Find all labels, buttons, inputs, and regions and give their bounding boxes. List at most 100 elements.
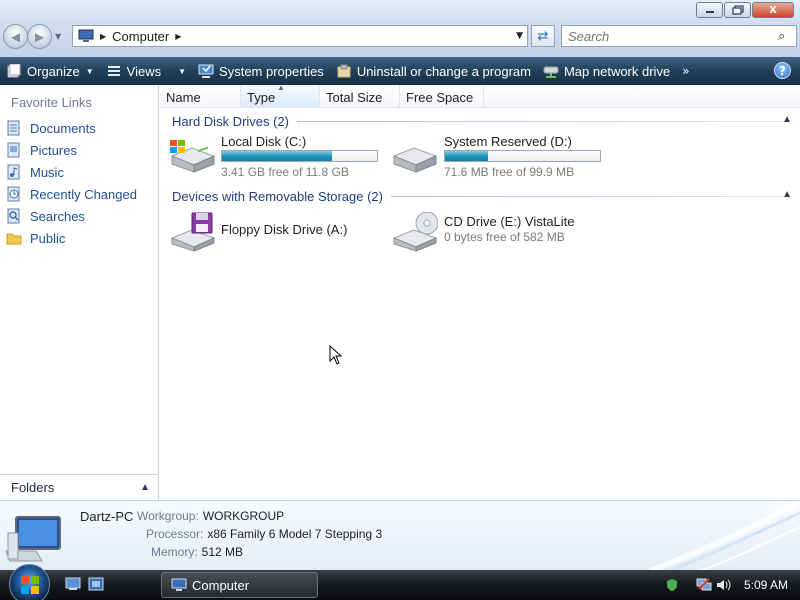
recent-pages-dropdown-icon[interactable]: ▼ bbox=[55, 32, 61, 49]
network-drive-icon bbox=[543, 63, 559, 79]
sort-ascending-icon: ▲ bbox=[277, 83, 285, 92]
volume-icon[interactable] bbox=[716, 577, 732, 593]
windows-logo-icon bbox=[20, 575, 39, 594]
taskbar: Computer 5:09 AM bbox=[0, 564, 800, 600]
nav-item-searches[interactable]: Searches bbox=[0, 205, 158, 227]
switch-windows-icon[interactable] bbox=[88, 577, 104, 591]
column-header-total-size[interactable]: Total Size bbox=[320, 85, 400, 107]
nav-item-recently-changed[interactable]: Recently Changed bbox=[0, 183, 158, 205]
system-properties-label: System properties bbox=[219, 63, 324, 79]
memory-value: 512 MB bbox=[201, 545, 244, 559]
computer-monitor-icon bbox=[5, 516, 61, 562]
uninstall-program-button[interactable]: Uninstall or change a program bbox=[330, 57, 537, 85]
map-network-drive-button[interactable]: Map network drive bbox=[537, 57, 676, 85]
show-desktop-icon[interactable] bbox=[65, 577, 81, 591]
drive-name: System Reserved (D:) bbox=[444, 134, 572, 149]
organize-menu[interactable]: Organize ▼ bbox=[0, 57, 100, 85]
nav-item-label: Pictures bbox=[30, 142, 77, 158]
refresh-icon: ⇄ bbox=[537, 28, 549, 44]
decorative-swoosh bbox=[648, 501, 800, 570]
navigation-buttons: ◀ ▶ ▼ bbox=[3, 24, 61, 49]
processor-key: Processor: bbox=[146, 527, 204, 541]
drive-usage-fill bbox=[445, 151, 489, 161]
folders-label: Folders bbox=[11, 480, 55, 495]
processor-value: x86 Family 6 Model 7 Stepping 3 bbox=[207, 527, 383, 541]
views-icon bbox=[106, 63, 122, 79]
minimize-button[interactable] bbox=[696, 2, 723, 18]
nav-item-music[interactable]: Music bbox=[0, 161, 158, 183]
drive-usage-bar bbox=[444, 150, 601, 162]
nav-item-documents[interactable]: Documents bbox=[0, 117, 158, 139]
details-pane: Dartz-PC Workgroup: WORKGROUP Processor: x… bbox=[0, 500, 800, 570]
workgroup-value: WORKGROUP bbox=[202, 509, 285, 523]
breadcrumb-separator-icon[interactable]: ▶ bbox=[175, 32, 181, 41]
system-properties-button[interactable]: System properties bbox=[192, 57, 330, 85]
taskbar-button-computer[interactable]: Computer bbox=[161, 572, 318, 598]
drive-item-cd-drive-e[interactable]: CD Drive (E:) VistaLite 0 bytes free of … bbox=[390, 210, 602, 258]
drive-item-floppy-a[interactable]: Floppy Disk Drive (A:) bbox=[168, 210, 380, 258]
network-icon[interactable] bbox=[696, 577, 712, 593]
drive-free-space: 71.6 MB free of 99.9 MB bbox=[444, 165, 575, 179]
organize-label: Organize bbox=[27, 63, 80, 79]
help-button[interactable]: ? bbox=[774, 62, 791, 79]
start-button[interactable] bbox=[9, 564, 50, 600]
breadcrumb-computer[interactable]: Computer bbox=[112, 29, 169, 44]
refresh-button[interactable]: ⇄ bbox=[531, 25, 555, 47]
map-network-drive-label: Map network drive bbox=[563, 63, 671, 79]
uninstall-program-icon bbox=[336, 63, 352, 79]
public-folder-icon bbox=[6, 230, 22, 246]
drive-free-space: 0 bytes free of 582 MB bbox=[444, 230, 565, 244]
drive-usage-fill bbox=[222, 151, 333, 161]
back-arrow-icon: ◀ bbox=[10, 29, 21, 44]
back-button[interactable]: ◀ bbox=[3, 24, 28, 49]
collapse-group-icon[interactable]: ▲ bbox=[782, 114, 792, 125]
collapse-group-icon[interactable]: ▲ bbox=[782, 189, 792, 200]
address-history-dropdown-icon[interactable]: ▼ bbox=[516, 31, 523, 41]
favorite-links-list: Documents Pictures Music Recently Change… bbox=[0, 117, 158, 249]
clock[interactable]: 5:09 AM bbox=[744, 578, 788, 592]
hard-drive-icon bbox=[392, 147, 438, 173]
recently-changed-icon bbox=[6, 186, 22, 202]
nav-item-public[interactable]: Public bbox=[0, 227, 158, 249]
column-header-free-space[interactable]: Free Space bbox=[400, 85, 484, 107]
security-center-icon[interactable] bbox=[664, 577, 680, 593]
drive-item-local-disk-c[interactable]: Local Disk (C:) 3.41 GB free of 11.8 GB bbox=[168, 132, 380, 180]
folders-toggle[interactable]: Folders ▲ bbox=[0, 474, 158, 500]
minimize-icon bbox=[705, 11, 714, 13]
address-bar[interactable]: ▶ Computer ▶ ▼ bbox=[72, 25, 528, 47]
drive-item-system-reserved-d[interactable]: System Reserved (D:) 71.6 MB free of 99.… bbox=[390, 132, 602, 180]
nav-item-pictures[interactable]: Pictures bbox=[0, 139, 158, 161]
drive-free-space: 3.41 GB free of 11.8 GB bbox=[221, 165, 349, 179]
group-label: Hard Disk Drives (2) bbox=[172, 113, 290, 129]
workgroup-key: Workgroup: bbox=[137, 509, 199, 523]
maximize-button[interactable] bbox=[724, 2, 751, 18]
forward-button[interactable]: ▶ bbox=[27, 24, 52, 49]
cd-drive-icon bbox=[392, 212, 438, 252]
memory-key: Memory: bbox=[151, 545, 198, 559]
memory-row: Memory: 512 MB bbox=[151, 545, 243, 559]
views-caret-icon[interactable]: ▼ bbox=[178, 67, 186, 76]
organize-caret-icon: ▼ bbox=[85, 66, 94, 76]
group-header-hard-disks[interactable]: Hard Disk Drives (2) ▲ bbox=[160, 110, 800, 132]
views-menu[interactable]: Views ▼ bbox=[100, 57, 192, 85]
computer-icon bbox=[78, 29, 94, 42]
forward-arrow-icon: ▶ bbox=[34, 29, 45, 44]
close-button[interactable]: X bbox=[752, 2, 794, 18]
search-input[interactable] bbox=[562, 28, 778, 44]
group-header-removable-storage[interactable]: Devices with Removable Storage (2) ▲ bbox=[160, 185, 800, 207]
column-header-name[interactable]: Name bbox=[160, 85, 241, 107]
search-box[interactable]: ⌕ bbox=[561, 25, 797, 47]
toolbar-overflow-button[interactable]: » bbox=[676, 64, 695, 78]
music-icon bbox=[6, 164, 22, 180]
nav-item-label: Searches bbox=[30, 208, 85, 224]
column-headers: Name ▲ Type Total Size Free Space bbox=[160, 83, 800, 108]
drive-name: Local Disk (C:) bbox=[221, 134, 307, 149]
pictures-icon bbox=[6, 142, 22, 158]
column-header-type[interactable]: ▲ Type bbox=[241, 83, 320, 107]
drive-usage-bar bbox=[221, 150, 378, 162]
breadcrumb-separator-icon[interactable]: ▶ bbox=[100, 32, 106, 41]
windows-hard-drive-icon bbox=[170, 140, 216, 173]
search-icon[interactable]: ⌕ bbox=[778, 29, 796, 44]
floppy-drive-icon bbox=[170, 212, 216, 252]
nav-item-label: Public bbox=[30, 230, 66, 246]
